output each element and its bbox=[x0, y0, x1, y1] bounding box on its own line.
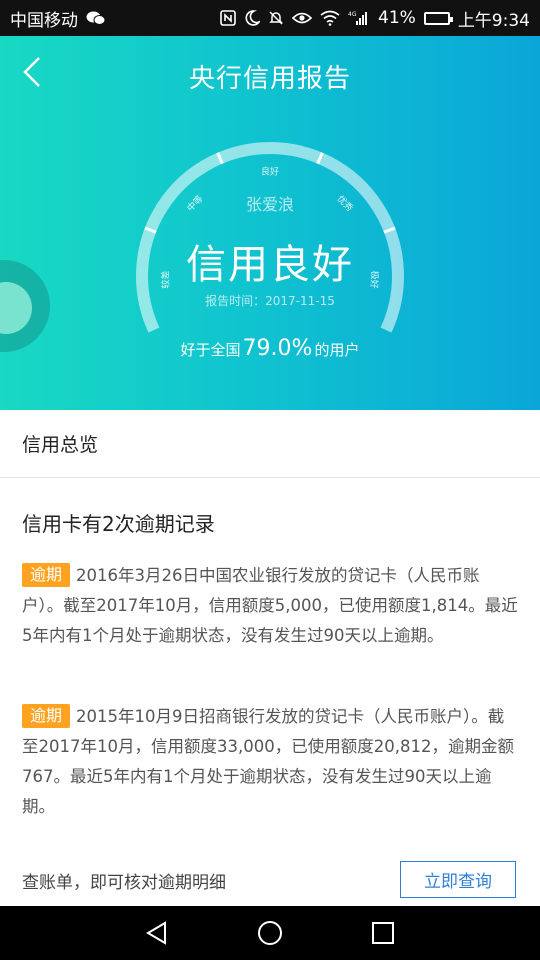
record-item: 逾期 2015年10月9日招商银行发放的贷记卡（人民币账户）。截至2017年10月… bbox=[22, 702, 518, 822]
query-now-button[interactable]: 立即查询 bbox=[400, 861, 516, 898]
footer-hint: 查账单，即可核对逾期明细 bbox=[22, 873, 226, 893]
nav-home-button[interactable] bbox=[250, 913, 290, 953]
gauge-label: 良好 bbox=[261, 166, 279, 178]
overview-title: 信用总览 bbox=[22, 434, 99, 456]
svg-text:4G: 4G bbox=[348, 11, 357, 18]
overdue-tag: 逾期 bbox=[22, 563, 71, 587]
nav-back-button[interactable] bbox=[137, 913, 177, 953]
nav-recents-button[interactable] bbox=[363, 913, 403, 953]
moon-icon bbox=[244, 10, 261, 26]
record-item: 逾期 2016年3月26日中国农业银行发放的贷记卡（人民币账户）。截至2017年1… bbox=[22, 561, 518, 651]
recents-square-icon bbox=[372, 922, 395, 944]
percentile-value: 79.0% bbox=[242, 336, 313, 361]
footer-row: 查账单，即可核对逾期明细 立即查询 bbox=[0, 860, 540, 904]
carrier-label: 中国移动 bbox=[10, 10, 78, 31]
home-circle-icon bbox=[257, 921, 282, 945]
percentile-prefix: 好于全国 bbox=[180, 341, 241, 359]
battery-percent: 41% bbox=[378, 8, 416, 28]
percentile-text: 好于全国79.0% 的用户 bbox=[0, 336, 540, 361]
nav-bar bbox=[0, 906, 540, 960]
eye-icon bbox=[292, 11, 313, 25]
signal-icon: 4G bbox=[348, 10, 370, 26]
back-triangle-icon bbox=[145, 921, 166, 945]
record-text: 2016年3月26日中国农业银行发放的贷记卡（人民币账户）。截至2017年10月… bbox=[22, 566, 518, 645]
report-time: 报告时间：2017-11-15 bbox=[205, 294, 335, 308]
credit-status: 信用良好 bbox=[186, 242, 354, 288]
nfc-icon bbox=[220, 10, 236, 26]
records-title: 信用卡有2次逾期记录 bbox=[22, 512, 215, 536]
clock: 上午9:34 bbox=[457, 10, 530, 31]
wechat-icon bbox=[86, 10, 106, 26]
status-bar: 中国移动 4G 41% 上午9:34 bbox=[0, 0, 540, 36]
wifi-icon bbox=[320, 10, 340, 26]
record-text: 2015年10月9日招商银行发放的贷记卡（人民币账户）。截至2017年10月，信… bbox=[22, 707, 514, 816]
percentile-suffix: 的用户 bbox=[314, 341, 360, 359]
user-name: 张爱浪 bbox=[245, 195, 294, 214]
overdue-tag: 逾期 bbox=[22, 704, 71, 728]
battery-icon bbox=[423, 11, 453, 25]
mute-icon bbox=[268, 10, 284, 26]
overview-header: 信用总览 bbox=[0, 410, 540, 478]
credit-hero: 央行信用报告 较差 中等 良好 优秀 极好 张爱浪 信用良好 报告时间：2017-11-… bbox=[0, 36, 540, 410]
